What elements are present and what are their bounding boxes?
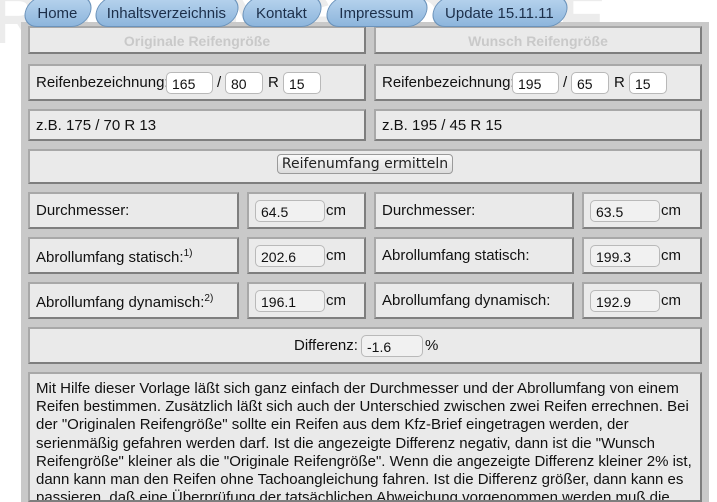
left-diameter-label-box: Durchmesser: bbox=[28, 192, 239, 229]
nav-tab-kontakt[interactable]: Kontakt bbox=[239, 0, 325, 27]
left-slash: / bbox=[217, 74, 222, 91]
left-diameter-unit: cm bbox=[326, 202, 346, 219]
right-dynamic-label-box: Abrollumfang dynamisch: bbox=[374, 282, 574, 319]
right-example-text: z.B. 195 / 45 R 15 bbox=[382, 117, 503, 134]
top-navigation: Home Inhaltsverzeichnis Kontakt Impressu… bbox=[0, 0, 717, 30]
description-text: Mit Hilfe dieser Vorlage läßt sich ganz … bbox=[36, 380, 692, 502]
left-static-label-text: Abrollumfang statisch: bbox=[36, 249, 184, 266]
right-r-label: R bbox=[614, 74, 625, 91]
right-static-label-box: Abrollumfang statisch: bbox=[374, 237, 574, 274]
description-box: Mit Hilfe dieser Vorlage läßt sich ganz … bbox=[28, 372, 702, 502]
nav-tab-update[interactable]: Update 15.11.11 bbox=[429, 0, 571, 27]
right-diameter-label-box: Durchmesser: bbox=[374, 192, 574, 229]
left-r-label: R bbox=[268, 74, 279, 91]
left-example-row: z.B. 175 / 70 R 13 bbox=[28, 109, 366, 141]
right-static-output bbox=[590, 245, 660, 267]
nav-tab-impressum-label: Impressum bbox=[339, 5, 414, 22]
right-diameter-label: Durchmesser: bbox=[382, 202, 476, 219]
calculate-row: Reifenumfang ermitteln bbox=[28, 149, 702, 184]
difference-output bbox=[361, 335, 423, 357]
nav-tab-update-label: Update 15.11.11 bbox=[445, 5, 554, 22]
left-dynamic-label-box: Abrollumfang dynamisch:2) bbox=[28, 282, 239, 319]
left-dynamic-value-box: cm bbox=[247, 282, 366, 319]
right-ratio-input[interactable] bbox=[571, 72, 609, 94]
left-static-value-box: cm bbox=[247, 237, 366, 274]
left-dynamic-footnote: 2) bbox=[204, 293, 214, 304]
right-example-row: z.B. 195 / 45 R 15 bbox=[374, 109, 702, 141]
left-rim-input[interactable] bbox=[283, 72, 321, 94]
nav-tab-inhaltsverzeichnis-label: Inhaltsverzeichnis bbox=[106, 5, 226, 22]
nav-tab-kontakt-label: Kontakt bbox=[255, 5, 307, 22]
left-ratio-input[interactable] bbox=[225, 72, 263, 94]
left-dynamic-unit: cm bbox=[326, 292, 346, 309]
right-width-input[interactable] bbox=[512, 72, 559, 94]
nav-tab-home[interactable]: Home bbox=[21, 0, 95, 27]
left-designation-row: Reifenbezeichnung: / R bbox=[28, 64, 366, 101]
difference-label: Differenz: bbox=[294, 337, 358, 354]
right-diameter-value-box: cm bbox=[582, 192, 702, 229]
left-static-label-box: Abrollumfang statisch:1) bbox=[28, 237, 239, 274]
nav-tab-home-label: Home bbox=[37, 5, 78, 22]
right-diameter-unit: cm bbox=[661, 202, 681, 219]
left-dynamic-label: Abrollumfang dynamisch:2) bbox=[36, 293, 213, 311]
right-dynamic-output bbox=[590, 290, 660, 312]
nav-tab-impressum[interactable]: Impressum bbox=[323, 0, 431, 27]
right-static-value-box: cm bbox=[582, 237, 702, 274]
left-dynamic-label-text: Abrollumfang dynamisch: bbox=[36, 294, 205, 311]
right-dynamic-value-box: cm bbox=[582, 282, 702, 319]
left-diameter-value-box: cm bbox=[247, 192, 366, 229]
right-designation-row: Reifenbezeichnung: / R bbox=[374, 64, 702, 101]
right-designation-label: Reifenbezeichnung: bbox=[382, 74, 515, 91]
left-diameter-output bbox=[255, 200, 325, 222]
right-dynamic-unit: cm bbox=[661, 292, 681, 309]
left-diameter-label: Durchmesser: bbox=[36, 202, 130, 219]
calculate-button[interactable]: Reifenumfang ermitteln bbox=[277, 154, 453, 174]
left-example-text: z.B. 175 / 70 R 13 bbox=[36, 117, 157, 134]
left-dynamic-output bbox=[255, 290, 325, 312]
right-static-label: Abrollumfang statisch: bbox=[382, 247, 530, 264]
left-header-title: Originale Reifengröße bbox=[123, 33, 271, 49]
left-designation-label: Reifenbezeichnung: bbox=[36, 74, 169, 91]
right-rim-input[interactable] bbox=[629, 72, 667, 94]
nav-tab-inhaltsverzeichnis[interactable]: Inhaltsverzeichnis bbox=[92, 0, 242, 27]
left-static-output bbox=[255, 245, 325, 267]
difference-unit: % bbox=[425, 337, 439, 354]
left-static-footnote: 1) bbox=[183, 248, 193, 259]
difference-row: Differenz: % bbox=[28, 327, 702, 364]
right-diameter-output bbox=[590, 200, 660, 222]
left-width-input[interactable] bbox=[166, 72, 213, 94]
right-header-title: Wunsch Reifengröße bbox=[468, 33, 608, 49]
left-static-label: Abrollumfang statisch:1) bbox=[36, 248, 192, 266]
right-static-unit: cm bbox=[661, 247, 681, 264]
right-dynamic-label: Abrollumfang dynamisch: bbox=[382, 292, 551, 309]
right-slash: / bbox=[563, 74, 568, 91]
left-static-unit: cm bbox=[326, 247, 346, 264]
